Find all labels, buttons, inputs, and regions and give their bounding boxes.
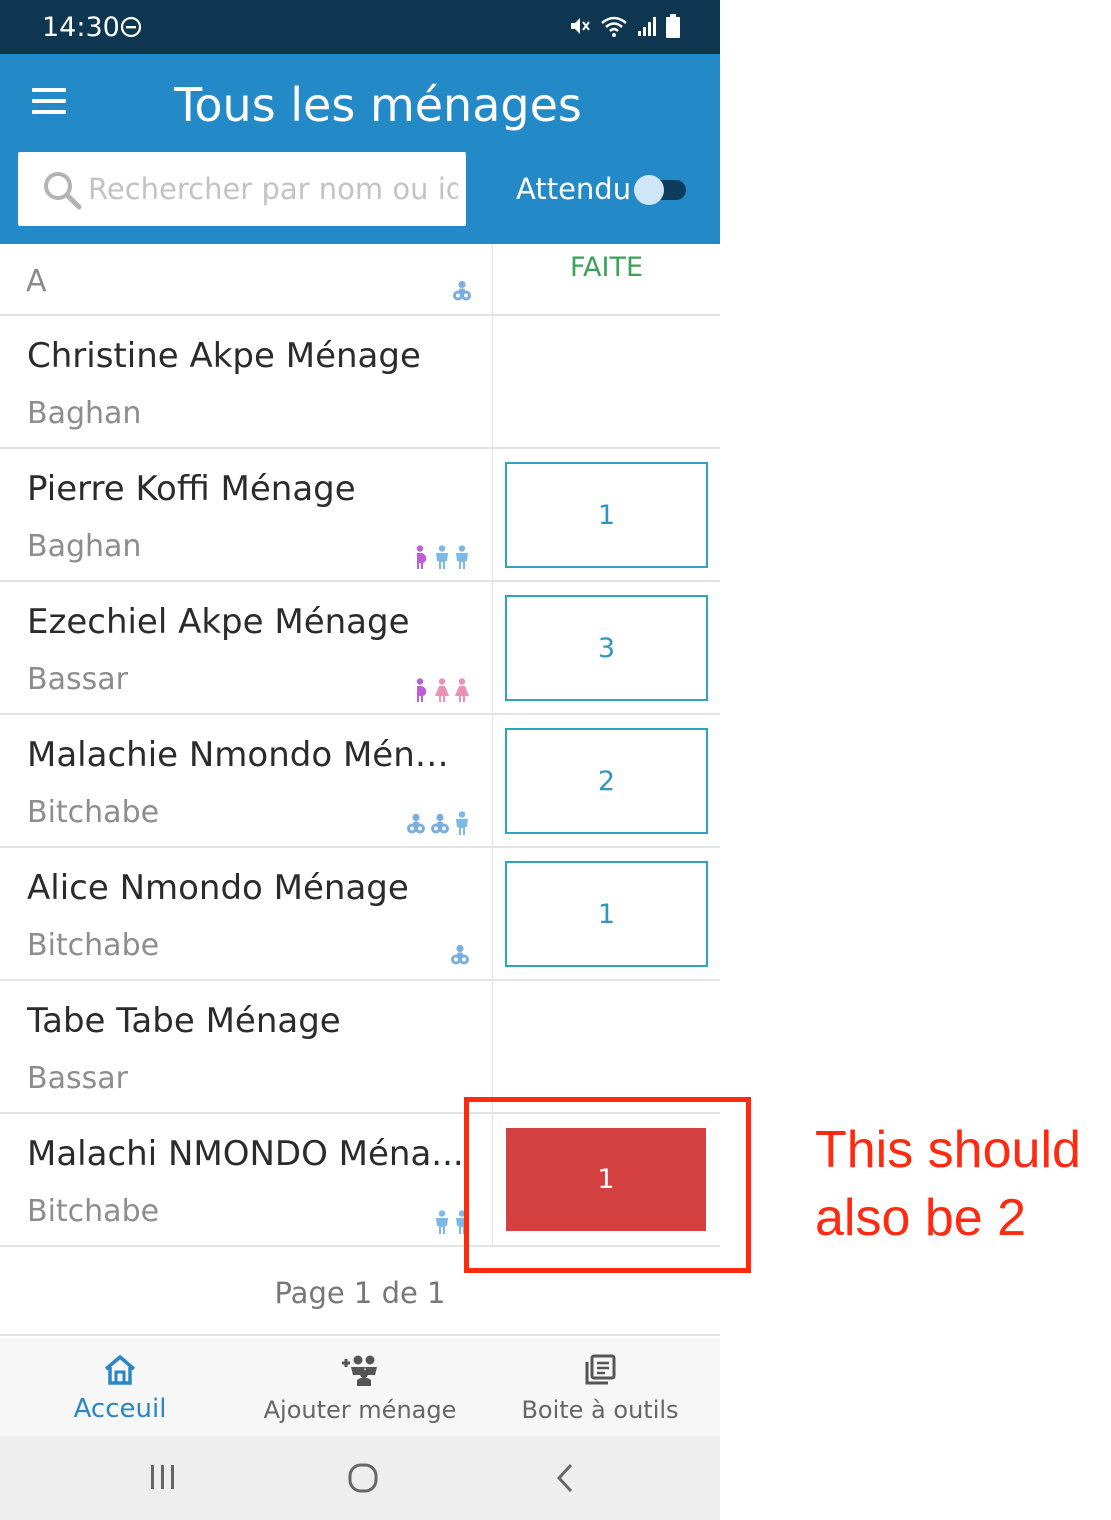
household-name: Alice Nmondo Ménage (27, 868, 409, 908)
child-boy-icon (454, 811, 470, 840)
app-header: Tous les ménages Attendu (0, 54, 720, 244)
household-name: Malachi NMONDO Ména... (27, 1134, 464, 1174)
phone-screen: 14:30 Tous les ménages Rechercher par no… (0, 0, 720, 1520)
household-village: Bitchabe (27, 928, 160, 963)
list-item[interactable]: Pierre Koffi Ménage Baghan 1 (0, 449, 720, 582)
child-girl-icon (454, 678, 470, 707)
battery-icon (666, 14, 680, 43)
home-icon (0, 1354, 240, 1386)
search-box[interactable] (18, 152, 466, 226)
status-bar: 14:30 (0, 0, 720, 54)
bottom-navigation: Acceuil Ajouter ménage Boite à outils (0, 1338, 720, 1436)
column-divider (492, 981, 493, 1112)
system-icons (568, 14, 680, 43)
nav-item-home[interactable]: Acceuil (0, 1338, 240, 1436)
back-icon[interactable] (552, 1462, 578, 1499)
toggle-knob (634, 175, 664, 205)
list-item[interactable]: Ezechiel Akpe Ménage Bassar 3 (0, 582, 720, 715)
member-icons (414, 678, 470, 707)
column-divider (492, 848, 493, 979)
list-item[interactable]: Malachie Nmondo Ména... Bitchabe 2 (0, 715, 720, 848)
household-village: Bitchabe (27, 795, 160, 830)
list-item[interactable]: Christine Akpe Ménage Baghan (0, 316, 720, 449)
child-boy-icon (434, 1210, 450, 1239)
child-boy-icon (434, 545, 450, 574)
child-boy-icon (454, 545, 470, 574)
pregnant-woman-icon (414, 678, 430, 707)
list-item[interactable]: Tabe Tabe Ménage Bassar (0, 981, 720, 1114)
member-icons (406, 811, 470, 840)
baby-icon (450, 944, 470, 971)
toolbox-icon (480, 1354, 720, 1386)
attendu-toggle[interactable] (634, 174, 686, 206)
household-village: Baghan (27, 396, 142, 431)
pregnant-woman-icon (414, 545, 430, 574)
member-icons (450, 944, 470, 971)
mute-icon (568, 14, 592, 43)
nav-label: Acceuil (73, 1394, 167, 1424)
task-count-box[interactable]: 1 (505, 462, 708, 568)
task-count-box[interactable]: 1 (505, 861, 708, 967)
household-name: Tabe Tabe Ménage (27, 1001, 341, 1041)
task-count-box[interactable]: 3 (505, 595, 708, 701)
household-name: Ezechiel Akpe Ménage (27, 602, 410, 642)
add-family-icon (240, 1354, 480, 1386)
nav-item-add-household[interactable]: Ajouter ménage (240, 1338, 480, 1436)
do-not-disturb-icon (120, 16, 142, 43)
nav-item-toolbox[interactable]: Boite à outils (480, 1338, 720, 1436)
signal-icon (636, 15, 658, 42)
nav-label: Boite à outils (521, 1396, 679, 1424)
member-icons (414, 545, 470, 574)
household-name: Malachie Nmondo Ména... (27, 735, 467, 775)
task-count-box[interactable]: 2 (505, 728, 708, 834)
search-icon (42, 170, 82, 215)
household-name: Christine Akpe Ménage (27, 336, 421, 376)
annotation-text: This should also be 2 (815, 1121, 1081, 1247)
section-header: A FAITE (0, 244, 720, 316)
attendu-toggle-label: Attendu (516, 172, 632, 206)
household-village: Bassar (27, 662, 128, 697)
column-header-faite: FAITE (569, 252, 644, 283)
annotation-highlight-box (464, 1097, 751, 1273)
household-name: Pierre Koffi Ménage (27, 469, 356, 509)
household-village: Baghan (27, 529, 142, 564)
household-village: Bitchabe (27, 1194, 160, 1229)
baby-icon (406, 813, 426, 840)
wifi-icon (600, 14, 628, 43)
page-title: Tous les ménages (174, 78, 582, 132)
list-item[interactable]: Alice Nmondo Ménage Bitchabe 1 (0, 848, 720, 981)
recents-icon[interactable] (148, 1462, 178, 1497)
status-time: 14:30 (42, 12, 120, 43)
baby-icon (452, 280, 472, 307)
baby-icon (430, 813, 450, 840)
search-input[interactable] (88, 166, 458, 212)
column-divider (492, 449, 493, 580)
household-village: Bassar (27, 1061, 128, 1096)
column-divider (492, 582, 493, 713)
column-divider (492, 316, 493, 447)
pagination-label: Page 1 de 1 (274, 1276, 446, 1310)
section-letter: A (26, 264, 47, 299)
nav-label: Ajouter ménage (263, 1396, 457, 1424)
child-girl-icon (434, 678, 450, 707)
home-circle-icon[interactable] (347, 1462, 379, 1499)
column-divider (492, 715, 493, 846)
system-navigation-bar (0, 1436, 720, 1520)
